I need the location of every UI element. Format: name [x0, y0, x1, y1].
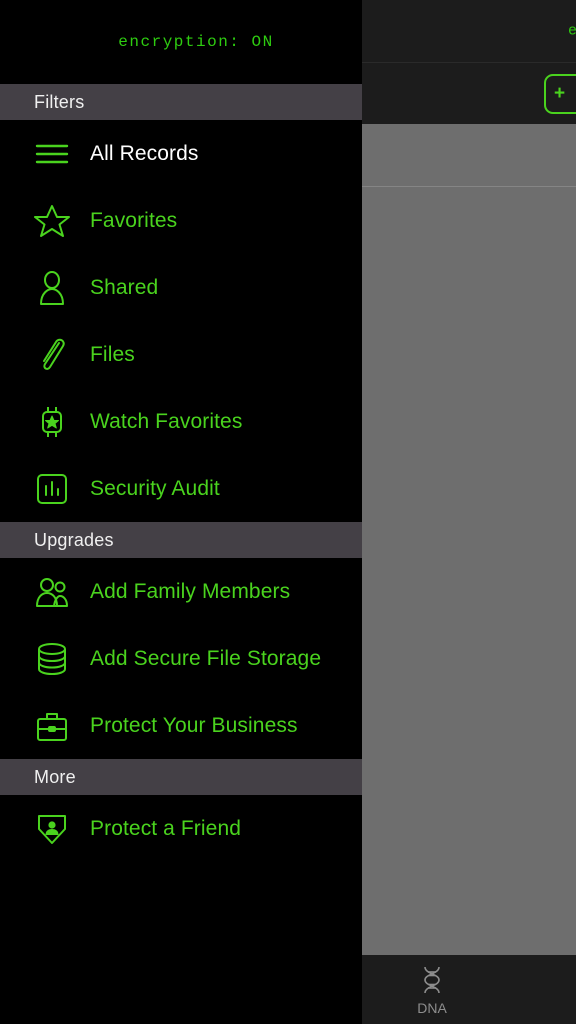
person-icon [34, 270, 70, 306]
section-header-more: More [0, 759, 362, 795]
tab-dna-label: DNA [417, 999, 447, 1016]
sidebar-item-label: Shared [90, 275, 159, 299]
drawer-header: encryption: ON [0, 0, 362, 84]
bar-chart-icon [34, 471, 70, 507]
database-icon [34, 641, 70, 677]
star-icon [34, 203, 70, 239]
sidebar-item-label: Protect a Friend [90, 816, 241, 840]
sidebar-item-protect-your-business[interactable]: Protect Your Business [0, 692, 362, 759]
sidebar-item-label: Security Audit [90, 476, 220, 500]
sidebar-item-label: Add Family Members [90, 579, 291, 603]
section-header-filters: Filters [0, 84, 362, 120]
app-screen: e + Bills Blog Vaul [0, 0, 576, 1024]
dna-icon [416, 964, 448, 996]
sidebar-item-shared[interactable]: Shared [0, 254, 362, 321]
sidebar-item-files[interactable]: Files [0, 321, 362, 388]
side-drawer: encryption: ON Filters All Records Favor… [0, 0, 362, 1024]
sidebar-item-protect-a-friend[interactable]: Protect a Friend [0, 795, 362, 862]
people-icon [34, 574, 70, 610]
paperclip-icon [34, 337, 70, 373]
briefcase-icon [34, 708, 70, 744]
list-lines-icon [34, 136, 70, 172]
sidebar-item-add-family-members[interactable]: Add Family Members [0, 558, 362, 625]
sidebar-item-label: Favorites [90, 208, 178, 232]
encryption-status: encryption: ON [118, 33, 274, 51]
sidebar-item-label: Add Secure File Storage [90, 646, 322, 670]
shield-person-icon [34, 811, 70, 847]
drawer-empty-area [0, 862, 362, 1024]
section-header-upgrades: Upgrades [0, 522, 362, 558]
sidebar-item-label: Watch Favorites [90, 409, 243, 433]
sidebar-item-watch-favorites[interactable]: Watch Favorites [0, 388, 362, 455]
add-record-button[interactable]: + [544, 73, 576, 114]
sidebar-item-label: Protect Your Business [90, 713, 298, 737]
sidebar-item-favorites[interactable]: Favorites [0, 187, 362, 254]
sidebar-item-add-secure-file-storage[interactable]: Add Secure File Storage [0, 625, 362, 692]
sidebar-item-all-records[interactable]: All Records [0, 120, 362, 187]
watch-star-icon [34, 404, 70, 440]
navbar-encryption-status: e [567, 22, 576, 40]
sidebar-item-label: Files [90, 342, 135, 366]
sidebar-item-security-audit[interactable]: Security Audit [0, 455, 362, 522]
sidebar-item-label: All Records [90, 141, 199, 165]
